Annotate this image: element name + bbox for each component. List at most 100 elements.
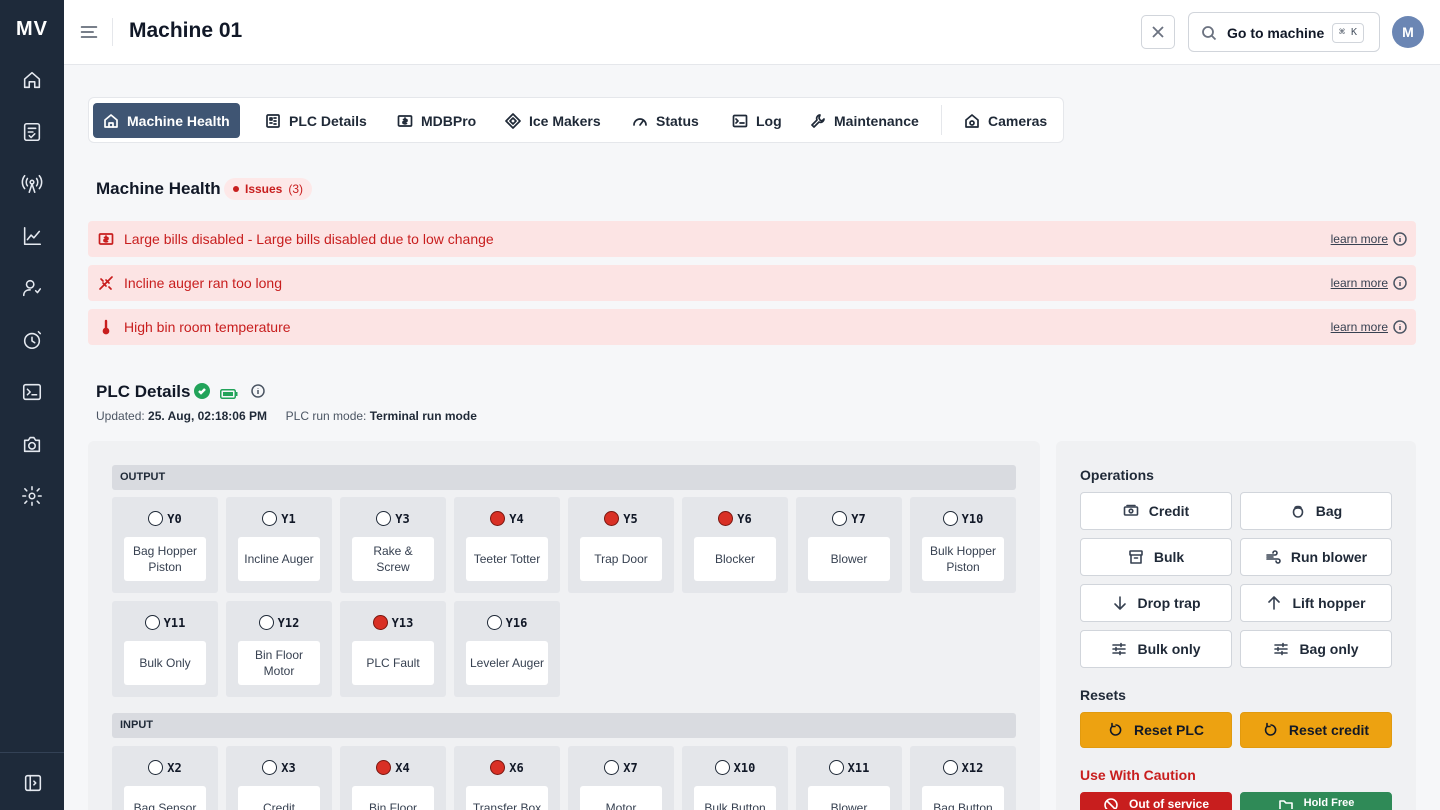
tab-plc-details[interactable]: PLC Details (255, 103, 377, 138)
io-header: X7 (568, 760, 674, 775)
clock-icon[interactable] (20, 328, 44, 352)
reset-plc-button[interactable]: Reset PLC (1080, 712, 1232, 748)
io-header: X2 (112, 760, 218, 775)
plc-icon (266, 113, 280, 128)
home-icon[interactable] (20, 68, 44, 92)
sidebar: MV (0, 0, 64, 810)
run-mode-value: Terminal run mode (369, 409, 477, 423)
output-header: OUTPUT (112, 465, 1016, 490)
status-indicator (718, 511, 734, 526)
status-indicator (942, 511, 958, 526)
alert-large-bills: Large bills disabled - Large bills disab… (88, 221, 1416, 257)
reset-credit-button[interactable]: Reset credit (1240, 712, 1392, 748)
io-label: Bag Hopper Piston (124, 537, 206, 581)
io-card-y6: Y6 Blocker (682, 497, 788, 593)
io-code: Y3 (395, 511, 410, 526)
drop-trap-button[interactable]: Drop trap (1080, 584, 1232, 622)
checklist-icon[interactable] (20, 120, 44, 144)
gear-icon[interactable] (20, 484, 44, 508)
io-header: Y4 (454, 511, 560, 526)
avatar[interactable]: M (1392, 16, 1424, 48)
analytics-icon[interactable] (20, 224, 44, 248)
io-code: X10 (733, 760, 756, 775)
io-label: Transfer Box (466, 786, 548, 810)
io-card-x6: X6 Transfer Box (454, 746, 560, 810)
io-code: X2 (167, 760, 182, 775)
io-card-y10: Y10 Bulk Hopper Piston (910, 497, 1016, 593)
run-blower-button[interactable]: Run blower (1240, 538, 1392, 576)
learn-more-link[interactable]: learn more (1331, 320, 1388, 334)
info-icon[interactable] (1393, 276, 1407, 290)
status-indicator (262, 511, 278, 526)
io-code: Y4 (509, 511, 524, 526)
io-label: Bulk Hopper Piston (922, 537, 1004, 581)
top-header: Machine 01 Go to machine ⌘ K M (64, 0, 1440, 65)
io-card-x10: X10 Bulk Button (682, 746, 788, 810)
alert-bin-temperature: High bin room temperature learn more (88, 309, 1416, 345)
io-header: Y5 (568, 511, 674, 526)
issues-dot (233, 186, 239, 192)
wind-icon (1266, 550, 1281, 564)
collapse-sidebar-icon[interactable] (21, 771, 45, 795)
io-code: Y7 (851, 511, 866, 526)
io-header: Y10 (910, 511, 1016, 526)
io-label: PLC Fault (352, 641, 434, 685)
info-icon[interactable] (251, 384, 265, 398)
info-icon[interactable] (1393, 232, 1407, 246)
camera-icon[interactable] (20, 432, 44, 456)
menu-icon[interactable] (78, 20, 100, 44)
terminal-icon[interactable] (20, 380, 44, 404)
bulk-only-button[interactable]: Bulk only (1080, 630, 1232, 668)
app-logo: MV (16, 18, 48, 40)
bill-icon (397, 114, 413, 127)
io-card-x11: X11 Blower (796, 746, 902, 810)
operations-title: Operations (1080, 467, 1154, 483)
io-card-x2: X2 Bag Sensor (112, 746, 218, 810)
close-button[interactable] (1141, 15, 1175, 49)
status-indicator (714, 760, 730, 775)
tab-machine-health[interactable]: Machine Health (93, 103, 240, 138)
camera-home-icon (965, 113, 979, 128)
io-header: X11 (796, 760, 902, 775)
tab-log[interactable]: Log (722, 103, 792, 138)
alert-text: Incline auger ran too long (124, 275, 282, 291)
io-header: X10 (682, 760, 788, 775)
tab-maintenance[interactable]: Maintenance (800, 103, 929, 138)
go-to-machine-search[interactable]: Go to machine ⌘ K (1188, 12, 1380, 52)
tab-ice-makers[interactable]: Ice Makers (495, 103, 611, 138)
bulk-button[interactable]: Bulk (1080, 538, 1232, 576)
io-card-y3: Y3 Rake & Screw (340, 497, 446, 593)
io-label: Leveler Auger (466, 641, 548, 685)
ban-icon (1104, 798, 1118, 809)
info-icon[interactable] (1393, 320, 1407, 334)
lift-hopper-button[interactable]: Lift hopper (1240, 584, 1392, 622)
learn-more-link[interactable]: learn more (1331, 276, 1388, 290)
status-indicator (942, 760, 958, 775)
user-settings-icon[interactable] (20, 276, 44, 300)
status-indicator (828, 760, 844, 775)
bag-button[interactable]: Bag (1240, 492, 1392, 530)
tab-cameras[interactable]: Cameras (954, 103, 1057, 138)
credit-button[interactable]: Credit (1080, 492, 1232, 530)
close-icon (1152, 26, 1164, 38)
status-indicator (144, 615, 160, 630)
tab-mdbpro[interactable]: MDBPro (387, 103, 486, 138)
io-code: Y11 (163, 615, 186, 630)
status-indicator (604, 760, 620, 775)
hold-free-button[interactable]: Hold Free (1240, 792, 1392, 810)
io-header: Y6 (682, 511, 788, 526)
out-of-service-button[interactable]: Out of service (1080, 792, 1232, 810)
bag-only-button[interactable]: Bag only (1240, 630, 1392, 668)
battery-icon (220, 386, 238, 399)
io-header: Y12 (226, 615, 332, 630)
bag-icon (1292, 505, 1304, 518)
antenna-icon[interactable] (20, 172, 44, 196)
status-indicator (490, 511, 506, 526)
learn-more-link[interactable]: learn more (1331, 232, 1388, 246)
io-card-y7: Y7 Blower (796, 497, 902, 593)
wrench-icon (811, 113, 825, 128)
reset-icon (1109, 722, 1122, 736)
io-card-x12: X12 Bag Button (910, 746, 1016, 810)
tab-status[interactable]: Status (622, 103, 709, 138)
io-code: X11 (847, 760, 870, 775)
